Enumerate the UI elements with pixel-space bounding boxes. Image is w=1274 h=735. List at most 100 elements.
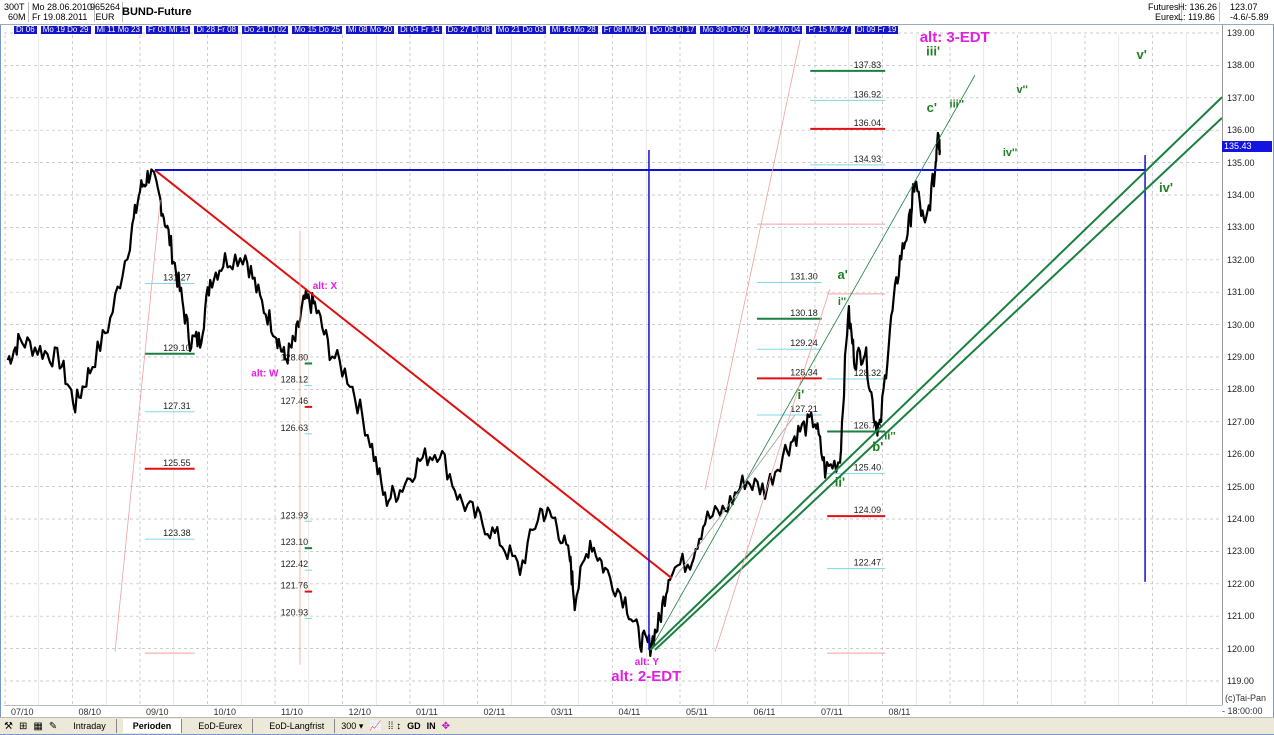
x-tick-label: 02/11: [483, 707, 506, 717]
date-badge: Mo 30 Do 09: [700, 25, 751, 34]
date-badge: Di 09 Fr 19: [854, 25, 899, 34]
x-tick-label: 03/11: [551, 707, 573, 717]
y-tick-label: 122.00: [1227, 578, 1255, 589]
tab-perioden[interactable]: Perioden: [122, 719, 183, 733]
date-badge: Do 27 Di 08: [445, 25, 492, 34]
price-chart[interactable]: 131.27129.10127.31125.55123.38128.80128.…: [0, 0, 1222, 705]
wave-label: a': [838, 267, 848, 282]
grey-thin-line: [674, 415, 796, 578]
fib-level-label: 123.10: [281, 537, 309, 547]
price-axis[interactable]: 119.00 120.00 121.00 122.00 123.00 124.00 125.…: [1222, 25, 1273, 705]
x-tick-label: 09/10: [146, 707, 169, 717]
bar-style-icon[interactable]: ⁞⁞ ↕: [388, 721, 401, 732]
close-cell: 123.07 -4.6/-5.89: [1228, 2, 1271, 22]
chart-type-icon[interactable]: 📈: [369, 721, 381, 732]
y-tick-label: 139.00: [1227, 28, 1255, 38]
fib-level-label: 120.93: [281, 607, 309, 617]
fib-level-label: 136.92: [854, 89, 882, 99]
green-channel-lower: [654, 117, 1222, 651]
x-tick-label: 04/11: [618, 707, 641, 717]
grid-icon[interactable]: ⊞: [19, 721, 27, 732]
y-tick-label: 136.00: [1227, 125, 1255, 136]
tab-eod-eurex[interactable]: EoD-Eurex: [188, 719, 254, 733]
fib-level-label: 124.09: [854, 505, 882, 515]
wave-label: iii': [926, 44, 940, 59]
date-badge: Mo 15 Do 25: [292, 25, 343, 34]
wave-label: alt: 2-EDT: [611, 668, 681, 685]
wave-label: iii'': [950, 99, 965, 111]
wave-label: b': [872, 439, 883, 454]
fib-level-label: 130.18: [790, 308, 818, 318]
close-value: 123.07: [1230, 2, 1258, 12]
wave-label: v': [1137, 47, 1147, 62]
y-tick-label: 121.00: [1227, 611, 1255, 622]
fib-level-label: 125.55: [163, 458, 191, 468]
wave-label: iv': [1159, 180, 1173, 195]
fib-level-label: 128.12: [281, 375, 309, 385]
fib-level-label: 129.10: [163, 343, 191, 353]
fib-level-label: 123.93: [281, 510, 309, 520]
y-tick-label: 125.00: [1227, 481, 1255, 492]
x-tick-label: 11/10: [281, 707, 303, 717]
date-badge: Fr 15 Mi 27: [806, 25, 851, 34]
y-tick-label: 137.00: [1227, 92, 1255, 103]
colors-icon[interactable]: ✥: [442, 721, 450, 732]
x-tick-label: 05/11: [686, 707, 708, 717]
wave-label: i'': [838, 296, 847, 308]
date-badge-row: Di 06 Mo 19 Do 29 Mi 11 Mo 23 Fr 03 Mi 15 Di…: [14, 25, 899, 34]
date-badge: Mi 16 Mo 28: [549, 25, 598, 34]
y-tick-label: 133.00: [1227, 222, 1255, 233]
y-tick-label: 128.00: [1227, 384, 1255, 395]
y-tick-label: 135.00: [1227, 157, 1255, 168]
fib-level-label: 126.63: [281, 423, 309, 433]
period-select[interactable]: 300 ▾: [341, 721, 363, 732]
fib-level-label: 125.40: [854, 463, 882, 473]
tab-eod-langfrist[interactable]: EoD-Langfrist: [259, 719, 336, 733]
fib-level-label: 123.38: [163, 528, 191, 538]
fib-level-label: 121.76: [281, 581, 309, 591]
date-badge: Fr 08 Mi 20: [601, 25, 647, 34]
period-value: 300: [341, 720, 357, 731]
wave-label: alt: X: [313, 281, 338, 292]
x-tick-label: 08/11: [888, 707, 911, 717]
fib-level-label: 127.21: [790, 404, 818, 414]
tab-intraday[interactable]: Intraday: [63, 719, 117, 733]
x-tick-label: 06/11: [753, 707, 776, 717]
calendar-icon[interactable]: ▦: [33, 721, 42, 732]
fib-level-label: 127.46: [281, 396, 309, 406]
pink-line-4: [714, 288, 831, 652]
green-channel-upper: [649, 96, 1222, 651]
date-badge: Di 04 Fr 14: [398, 25, 442, 34]
time-value: 18:00:00: [1227, 706, 1263, 716]
date-badge: Di 06: [14, 25, 37, 34]
x-tick-label: 01/11: [416, 707, 438, 717]
wave-label: ii': [835, 475, 845, 490]
x-tick-label: 07/11: [821, 707, 843, 717]
date-badge: Mo 19 Do 29: [40, 25, 91, 34]
wave-label: ii'': [884, 431, 896, 443]
red-trendline: [154, 169, 673, 580]
x-tick-label: 08/10: [78, 707, 102, 717]
y-tick-label: 129.00: [1227, 352, 1255, 362]
time-readout: - 18:00:00: [1222, 706, 1263, 716]
date-badge: Mi 11 Mo 23: [94, 25, 142, 34]
y-tick-label: 138.00: [1227, 60, 1255, 71]
pencil-icon[interactable]: ✎: [49, 721, 57, 732]
gd-button[interactable]: GD: [407, 721, 421, 731]
y-tick-label: 126.00: [1227, 449, 1255, 460]
y-tick-label: 123.00: [1227, 546, 1255, 557]
wave-label: c': [927, 100, 937, 115]
bottom-toolbar: ⚒ ⊞ ▦ ✎ Intraday Perioden EoD-Eurex EoD-…: [0, 717, 1274, 734]
fib-level-label: 136.04: [854, 118, 882, 128]
fib-level-label: 137.83: [854, 60, 882, 70]
pink-line-3: [704, 39, 801, 490]
wave-label: i': [797, 387, 804, 402]
x-tick-label: 12/10: [348, 707, 372, 717]
in-button[interactable]: IN: [427, 721, 436, 731]
green-thin-line: [649, 74, 976, 651]
wave-label: iv'': [1003, 147, 1018, 159]
y-tick-label: 130.00: [1227, 319, 1255, 330]
hammer-icon[interactable]: ⚒: [4, 721, 13, 732]
copyright: (c)Tai-Pan: [1225, 693, 1267, 703]
x-tick-label: 07/10: [11, 707, 34, 717]
